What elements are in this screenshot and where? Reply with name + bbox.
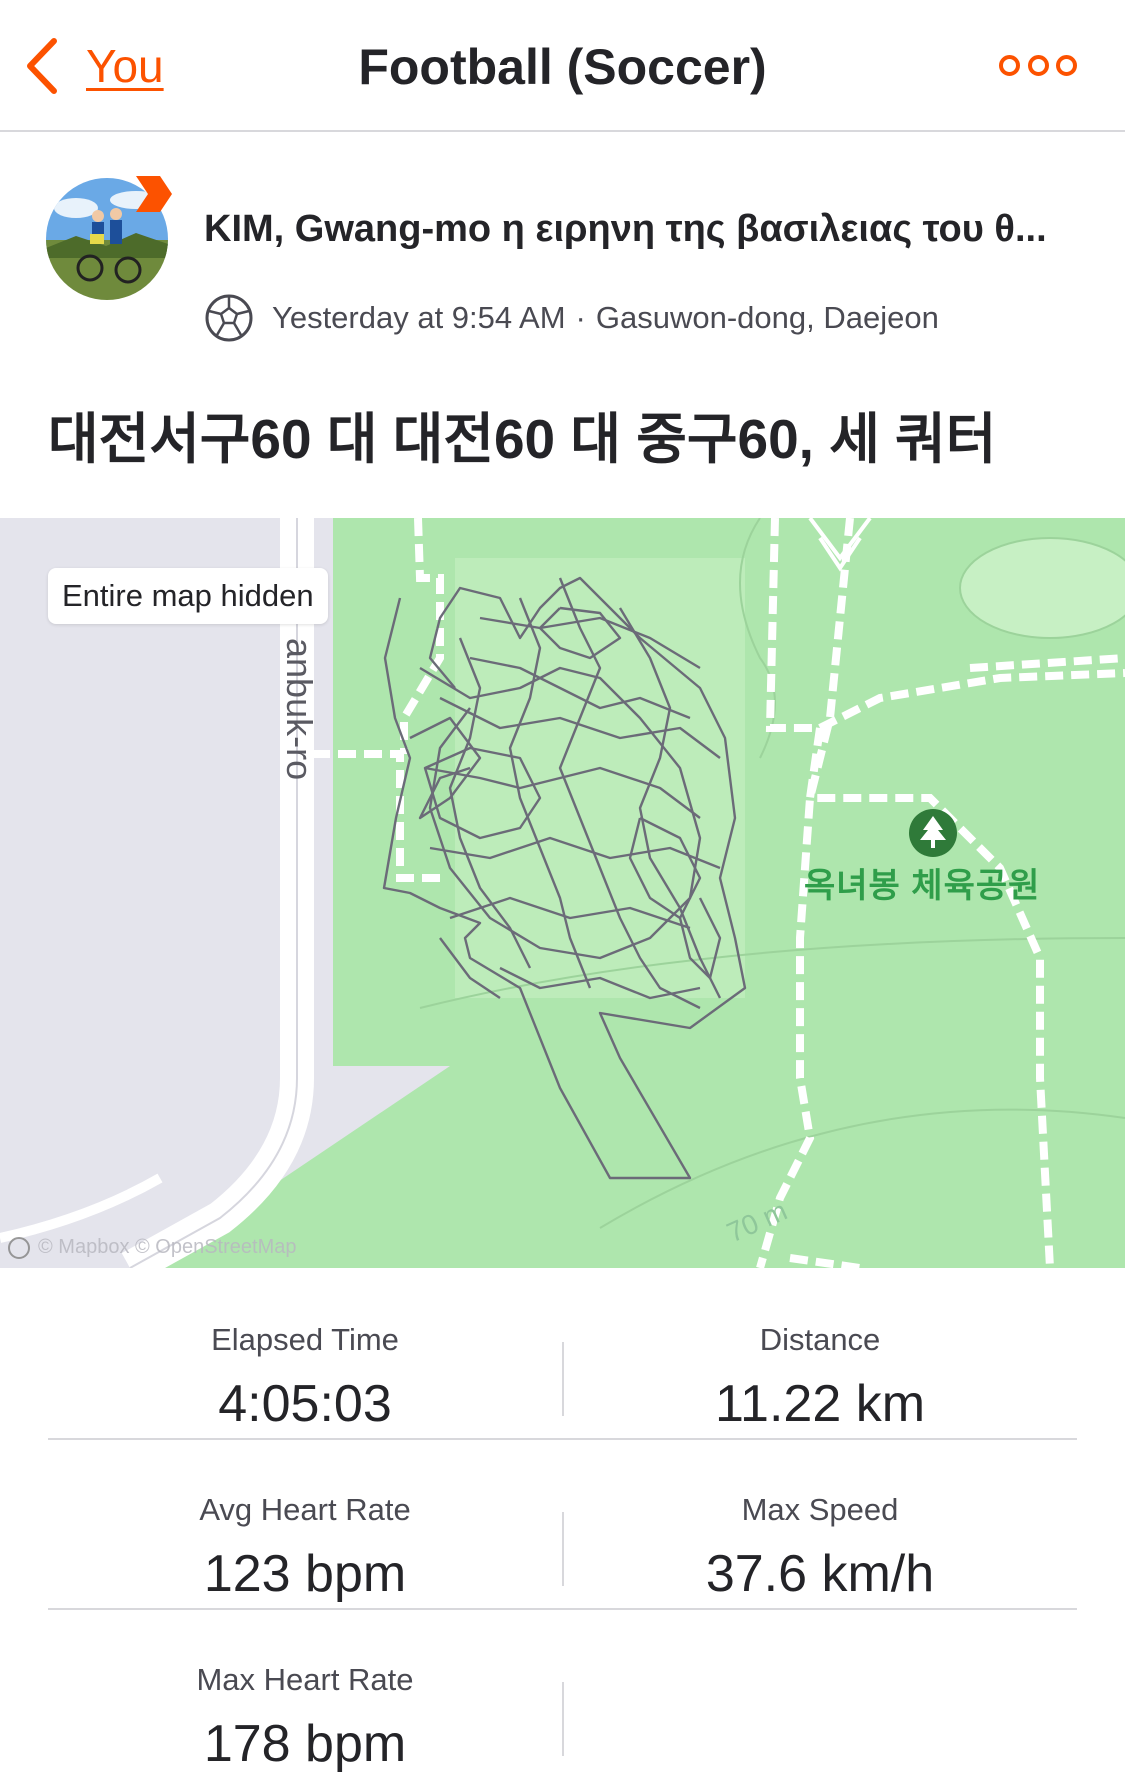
column-divider	[562, 1682, 564, 1756]
activity-title: 대전서구60 대 대전60 대 중구60, 세 쿼터	[48, 408, 997, 470]
activity-timestamp: Yesterday at 9:54 AM	[272, 300, 566, 335]
top-nav-bar: You Football (Soccer)	[0, 0, 1125, 132]
more-dot	[999, 54, 1020, 76]
more-options-icon[interactable]	[999, 50, 1077, 80]
meta-separator: ·	[575, 300, 586, 335]
activity-meta: Yesterday at 9:54 AM · Gasuwon-dong, Dae…	[204, 292, 939, 344]
subscriber-badge-icon	[136, 176, 172, 212]
park-label: 옥녀봉 체육공원	[804, 867, 1041, 905]
info-icon[interactable]	[8, 1236, 30, 1259]
more-dot	[1056, 54, 1077, 76]
activity-location: Gasuwon-dong, Daejeon	[595, 300, 939, 335]
park-tree-icon	[909, 809, 957, 857]
stats-row: Max Heart Rate 178 bpm	[48, 1610, 1077, 1780]
stat-label: Avg Heart Rate	[199, 1492, 411, 1527]
stat-value: 178 bpm	[203, 1715, 407, 1773]
map-attribution[interactable]: © Mapbox © OpenStreetMap	[8, 1236, 297, 1259]
stat-value: 123 bpm	[203, 1545, 407, 1603]
stat-value: 4:05:03	[218, 1375, 392, 1433]
soccer-ball-icon	[205, 294, 253, 342]
more-dot	[1027, 54, 1049, 76]
stats-row: Avg Heart Rate 123 bpm Max Speed 37.6 km…	[48, 1440, 1077, 1610]
stat-label: Elapsed Time	[211, 1322, 399, 1357]
stat-label: Max Heart Rate	[196, 1662, 414, 1697]
road-label: anbuk-ro	[279, 638, 320, 781]
stat-label: Max Speed	[741, 1492, 899, 1527]
route-map[interactable]: 옥녀봉 체육공원 anbuk-ro 70 m Entire map hidden…	[0, 518, 1125, 1268]
stat-value: 37.6 km/h	[705, 1545, 935, 1603]
athlete-name[interactable]: KIM, Gwang-mo η ειρηνη της βασιλειας του…	[204, 208, 1084, 251]
stats-row: Elapsed Time 4:05:03 Distance 11.22 km	[48, 1270, 1077, 1440]
attribution-text: © Mapbox © OpenStreetMap	[38, 1236, 297, 1258]
stats-grid: Elapsed Time 4:05:03 Distance 11.22 km A…	[48, 1270, 1077, 1780]
stat-label: Distance	[759, 1322, 881, 1357]
page-title: Football (Soccer)	[358, 39, 767, 95]
stat-value: 11.22 km	[714, 1375, 926, 1433]
map-privacy-chip[interactable]: Entire map hidden	[48, 568, 328, 624]
